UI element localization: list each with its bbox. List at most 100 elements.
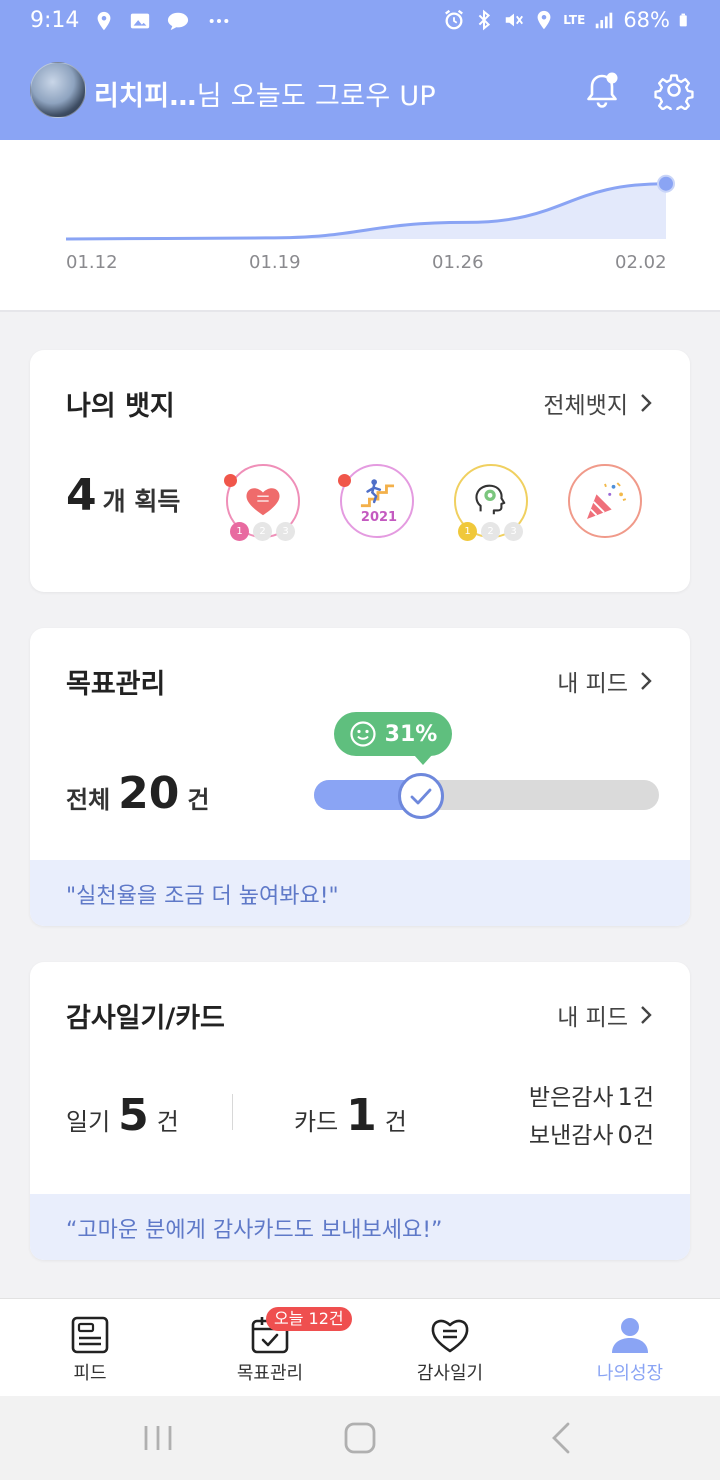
party-popper-badge[interactable] <box>568 464 642 538</box>
heart-note-icon <box>431 1319 469 1353</box>
app-bar: 리치피…님 오늘도 그로우 UP <box>0 60 720 124</box>
clock: 9:14 <box>30 8 80 33</box>
notification-bell-icon[interactable] <box>582 70 622 110</box>
gallery-icon <box>131 13 150 28</box>
growth-graph: 01.12 01.19 01.26 02.02 <box>0 140 720 312</box>
x-tick-label: 01.12 <box>66 252 118 273</box>
goal-total-number: 20 <box>118 768 180 819</box>
nav-label: 나의성장 <box>596 1363 664 1384</box>
goals-feed-label: 내 피드 <box>557 671 628 697</box>
recent-apps-icon[interactable] <box>138 1422 178 1454</box>
sent-label: 보낸감사 <box>528 1123 614 1149</box>
all-badges-link[interactable]: 전체뱃지 <box>543 386 652 420</box>
nav-label: 감사일기 <box>416 1363 484 1384</box>
level-pip: 2 <box>253 522 272 541</box>
more-dots-icon <box>210 18 229 23</box>
nav-item-growth[interactable]: 나의성장 <box>540 1299 720 1397</box>
badges-card: 나의 뱃지 전체뱃지 4 개 획득 1 2 3 2021 1 2 3 <box>30 350 690 592</box>
diary-count: 5 <box>118 1090 149 1141</box>
smile-icon <box>350 721 376 747</box>
user-name: 리치피… <box>94 81 197 112</box>
signal-icon <box>596 12 613 29</box>
diary-unit: 건 <box>156 1108 179 1136</box>
progress-percent: 31% <box>384 721 438 747</box>
system-nav-bar <box>0 1396 720 1480</box>
heart-badge[interactable]: 1 2 3 <box>224 464 300 541</box>
received-unit: 건 <box>632 1085 654 1111</box>
diary-stat: 일기 5 건 <box>66 1090 179 1141</box>
mind-gear-badge[interactable]: 1 2 3 <box>454 464 528 541</box>
chevron-right-icon <box>641 394 652 412</box>
diary-label: 일기 <box>66 1108 111 1136</box>
back-icon[interactable] <box>542 1422 582 1454</box>
gratitude-feed-label: 내 피드 <box>557 1005 628 1031</box>
alarm-icon <box>445 9 464 30</box>
chevron-right-icon <box>641 672 652 690</box>
card-stat: 카드 1 건 <box>294 1090 407 1141</box>
header: 9:14 LTE 68% 리치피…님 오늘도 그로우 UP <box>0 0 720 140</box>
nav-item-goals[interactable]: 오늘 12건 목표관리 <box>180 1299 360 1397</box>
bluetooth-icon <box>478 9 491 31</box>
progress-bubble: 31% <box>334 712 452 765</box>
badges-title: 나의 뱃지 <box>66 391 175 422</box>
settings-gear-icon[interactable] <box>654 70 694 110</box>
today-count-badge: 오늘 12건 <box>266 1307 352 1331</box>
location-icon <box>537 10 551 30</box>
goals-card: 목표관리 내 피드 전체 20 건 31% "실천율을 조금 더 높여봐요!" <box>30 628 690 926</box>
avatar[interactable] <box>30 62 86 118</box>
level-pip: 2 <box>481 522 500 541</box>
badge-level-pips: 1 2 3 <box>230 522 295 541</box>
feed-icon <box>71 1316 109 1354</box>
level-pip: 3 <box>504 522 523 541</box>
growth-latest-point <box>657 174 675 193</box>
party-popper-icon <box>587 482 627 519</box>
lte-indicator: LTE <box>563 13 586 27</box>
goals-message: "실천율을 조금 더 높여봐요!" <box>30 860 690 926</box>
talk-icon <box>168 12 189 30</box>
mute-icon <box>506 13 524 27</box>
gratitude-title: 감사일기/카드 <box>66 1003 225 1034</box>
badge-year: 2021 <box>360 510 398 525</box>
gratitude-feed-link[interactable]: 내 피드 <box>557 998 652 1032</box>
greeting-text: 님 오늘도 그로우 UP <box>196 81 437 112</box>
badge-count: 4 개 획득 <box>66 470 180 521</box>
chevron-right-icon <box>641 1006 652 1024</box>
sent-count: 0 <box>617 1121 633 1149</box>
person-icon <box>612 1318 648 1353</box>
received-thanks: 받은감사 1건 <box>529 1078 654 1112</box>
sent-thanks: 보낸감사 0건 <box>529 1116 654 1150</box>
x-tick-label: 02.02 <box>615 252 667 273</box>
home-icon[interactable] <box>340 1422 380 1454</box>
bottom-nav: 피드 오늘 12건 목표관리 감사일기 나의성장 <box>0 1298 720 1396</box>
nav-item-feed[interactable]: 피드 <box>0 1299 180 1397</box>
level-pip: 1 <box>230 522 249 541</box>
goal-total-unit: 건 <box>187 786 210 814</box>
badge-level-pips: 1 2 3 <box>458 522 523 541</box>
gratitude-card: 감사일기/카드 내 피드 일기 5 건 카드 1 건 받은감사 1건 보낸감사 0건… <box>30 962 690 1260</box>
nav-label: 목표관리 <box>236 1363 304 1384</box>
card-count: 1 <box>346 1090 377 1141</box>
gratitude-message: “고마운 분에게 감사카드도 보내보세요!” <box>30 1194 690 1260</box>
progress-knob <box>398 773 444 819</box>
status-bar: 9:14 LTE 68% <box>0 0 720 44</box>
goals-title: 목표관리 <box>66 669 166 700</box>
all-badges-label: 전체뱃지 <box>543 393 628 419</box>
received-count: 1 <box>617 1083 633 1111</box>
nav-item-gratitude[interactable]: 감사일기 <box>360 1299 540 1397</box>
goal-total: 전체 20 건 <box>66 768 210 819</box>
battery-icon <box>679 13 687 27</box>
stairs-icon <box>360 479 395 508</box>
x-tick-label: 01.26 <box>432 252 484 273</box>
card-label: 카드 <box>294 1108 339 1136</box>
level-pip: 3 <box>276 522 295 541</box>
received-label: 받은감사 <box>528 1085 614 1111</box>
stat-divider <box>232 1094 233 1130</box>
level-pip: 1 <box>458 522 477 541</box>
card-unit: 건 <box>384 1108 407 1136</box>
check-icon <box>410 788 432 805</box>
greeting: 리치피…님 오늘도 그로우 UP <box>94 74 436 113</box>
goals-feed-link[interactable]: 내 피드 <box>557 664 652 698</box>
nav-label: 피드 <box>73 1363 107 1384</box>
stairs-badge[interactable]: 2021 <box>338 464 414 538</box>
x-tick-label: 01.19 <box>249 252 301 273</box>
